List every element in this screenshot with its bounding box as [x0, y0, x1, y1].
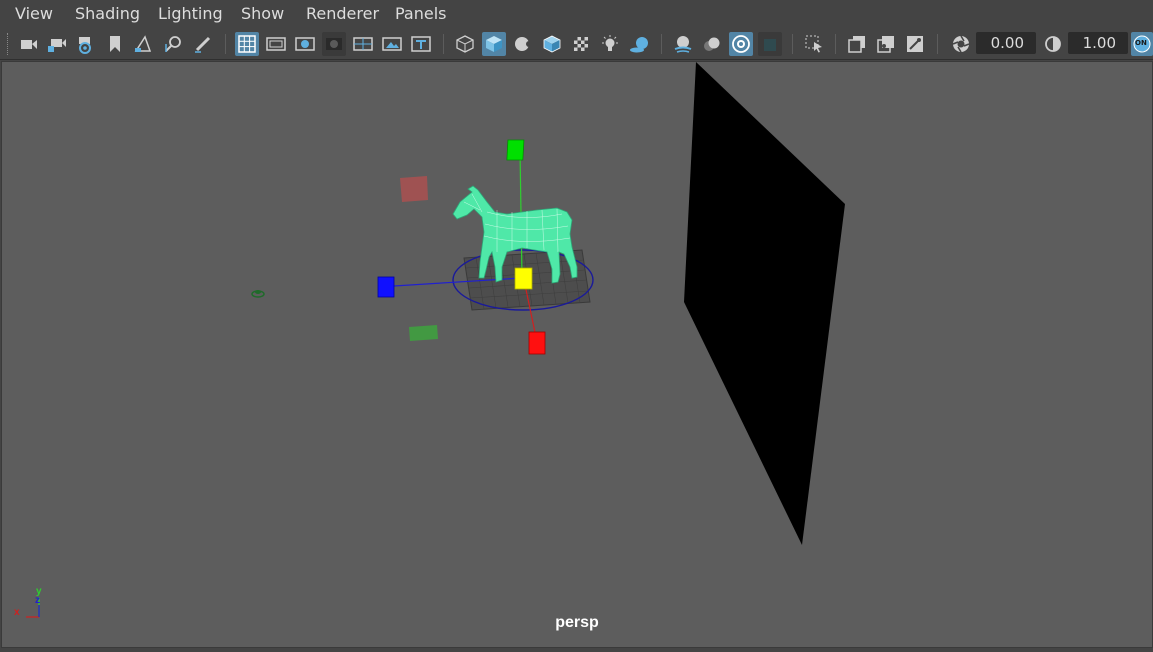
safe-title-icon[interactable] — [409, 32, 433, 56]
toolbar-separator — [225, 34, 226, 54]
menu-shading[interactable]: Shading — [75, 4, 140, 23]
image-plane-icon[interactable] — [131, 32, 155, 56]
y-axis-handle — [506, 139, 525, 161]
xray-components-icon[interactable] — [903, 32, 927, 56]
camera-name-label: persp — [555, 614, 599, 631]
toolbar-separator — [443, 34, 444, 54]
resolution-gate-icon[interactable] — [293, 32, 317, 56]
gamma-field[interactable]: 1.00 — [1068, 32, 1128, 54]
motion-blur-icon[interactable] — [700, 32, 724, 56]
xray-joints-icon[interactable] — [874, 32, 898, 56]
safe-action-icon[interactable] — [380, 32, 404, 56]
depth-of-field-icon[interactable] — [758, 32, 782, 56]
use-all-lights-icon[interactable] — [598, 32, 622, 56]
scene-canvas[interactable]: y z x — [2, 62, 1152, 647]
exposure-field[interactable]: 0.00 — [976, 32, 1036, 54]
axis-z-label: z — [35, 595, 40, 606]
exposure-icon[interactable] — [949, 32, 973, 56]
textured-icon[interactable] — [569, 32, 593, 56]
xy-plane-handle — [400, 176, 428, 202]
gamma-icon[interactable] — [1041, 32, 1065, 56]
x-axis-handle — [528, 331, 546, 355]
small-locator-object — [251, 290, 265, 298]
grease-pencil-icon[interactable] — [191, 32, 215, 56]
toolbar-separator — [835, 34, 836, 54]
menu-lighting[interactable]: Lighting — [158, 4, 223, 23]
toolbar-separator — [661, 34, 662, 54]
default-material-icon[interactable] — [511, 32, 535, 56]
xray-icon[interactable] — [845, 32, 869, 56]
film-gate-icon[interactable] — [264, 32, 288, 56]
select-camera-icon[interactable] — [17, 32, 41, 56]
menu-renderer[interactable]: Renderer — [306, 4, 379, 23]
yz-plane-handle — [409, 325, 438, 341]
persp-viewport[interactable]: y z x persp — [1, 61, 1153, 648]
toolbar-grip[interactable] — [7, 33, 11, 55]
isolate-select-icon[interactable] — [802, 32, 826, 56]
menu-show[interactable]: Show — [241, 4, 284, 23]
grid-icon[interactable] — [235, 32, 259, 56]
view-transform-on-label: ON — [1135, 39, 1147, 47]
toolbar-separator — [792, 34, 793, 54]
center-handle — [514, 267, 533, 290]
2d-pan-zoom-icon[interactable] — [162, 32, 186, 56]
camera-attributes-icon[interactable] — [73, 32, 97, 56]
wireframe-on-shaded-icon[interactable] — [540, 32, 564, 56]
lock-camera-icon[interactable] — [45, 32, 69, 56]
view-transform-toggle[interactable]: ON — [1131, 32, 1153, 56]
field-chart-icon[interactable] — [351, 32, 375, 56]
wireframe-icon[interactable] — [453, 32, 477, 56]
shadows-icon[interactable] — [627, 32, 651, 56]
black-plane-object — [684, 62, 845, 545]
panel-menubar: View Shading Lighting Show Renderer Pane… — [0, 0, 1153, 29]
menu-view[interactable]: View — [15, 4, 53, 23]
z-axis-handle — [377, 276, 395, 298]
screen-space-ao-icon[interactable] — [671, 32, 695, 56]
anti-aliasing-icon[interactable] — [729, 32, 753, 56]
panel-toolbar: 0.00 1.00 ON — [0, 29, 1153, 60]
bookmark-icon[interactable] — [103, 32, 127, 56]
toolbar-separator — [937, 34, 938, 54]
menu-panels[interactable]: Panels — [395, 4, 447, 23]
smooth-shade-icon[interactable] — [482, 32, 506, 56]
gate-mask-icon[interactable] — [322, 32, 346, 56]
